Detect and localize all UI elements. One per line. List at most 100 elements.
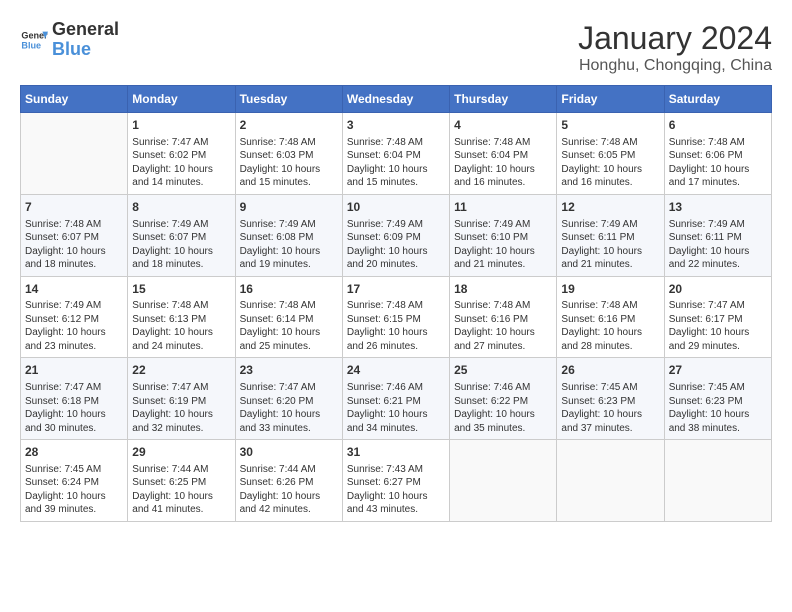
day-number: 3 xyxy=(347,117,445,134)
day-cell: 12Sunrise: 7:49 AMSunset: 6:11 PMDayligh… xyxy=(557,194,664,276)
day-number: 23 xyxy=(240,362,338,379)
day-cell: 5Sunrise: 7:48 AMSunset: 6:05 PMDaylight… xyxy=(557,113,664,195)
day-cell: 18Sunrise: 7:48 AMSunset: 6:16 PMDayligh… xyxy=(450,276,557,358)
month-title: January 2024 xyxy=(578,20,772,57)
day-info: Sunrise: 7:48 AMSunset: 6:03 PMDaylight:… xyxy=(240,136,338,190)
day-info: Sunrise: 7:44 AMSunset: 6:25 PMDaylight:… xyxy=(132,463,230,517)
header-cell-friday: Friday xyxy=(557,86,664,113)
day-number: 7 xyxy=(25,199,123,216)
day-cell: 14Sunrise: 7:49 AMSunset: 6:12 PMDayligh… xyxy=(21,276,128,358)
day-cell: 24 Sunrise: 7:46 AMSunset: 6:21 PMDayligh… xyxy=(342,358,449,440)
logo-text-line2: Blue xyxy=(52,40,119,60)
logo-icon: General Blue xyxy=(20,26,48,54)
calendar-body: 1Sunrise: 7:47 AMSunset: 6:02 PMDaylight… xyxy=(21,113,772,522)
day-cell: 6 Sunrise: 7:48 AMSunset: 6:06 PMDaylight… xyxy=(664,113,771,195)
day-info: Sunrise: 7:46 AMSunset: 6:22 PMDaylight:… xyxy=(454,381,552,435)
day-cell: 11 Sunrise: 7:49 AMSunset: 6:10 PMDayligh… xyxy=(450,194,557,276)
day-info: Sunrise: 7:48 AMSunset: 6:14 PMDaylight:… xyxy=(240,299,338,353)
day-cell: 9 Sunrise: 7:49 AMSunset: 6:08 PMDaylight… xyxy=(235,194,342,276)
day-number: 16 xyxy=(240,281,338,298)
day-cell xyxy=(21,113,128,195)
day-number: 9 xyxy=(240,199,338,216)
day-info: Sunrise: 7:47 AMSunset: 6:20 PMDaylight:… xyxy=(240,381,338,435)
day-cell: 29Sunrise: 7:44 AMSunset: 6:25 PMDayligh… xyxy=(128,440,235,522)
logo: General Blue General Blue xyxy=(20,20,119,60)
day-number: 8 xyxy=(132,199,230,216)
day-number: 11 xyxy=(454,199,552,216)
day-cell: 21Sunrise: 7:47 AMSunset: 6:18 PMDayligh… xyxy=(21,358,128,440)
header-cell-saturday: Saturday xyxy=(664,86,771,113)
day-cell: 15Sunrise: 7:48 AMSunset: 6:13 PMDayligh… xyxy=(128,276,235,358)
day-info: Sunrise: 7:47 AMSunset: 6:17 PMDaylight:… xyxy=(669,299,767,353)
header-cell-wednesday: Wednesday xyxy=(342,86,449,113)
day-number: 28 xyxy=(25,444,123,461)
day-info: Sunrise: 7:49 AMSunset: 6:08 PMDaylight:… xyxy=(240,218,338,272)
day-info: Sunrise: 7:46 AMSunset: 6:21 PMDaylight:… xyxy=(347,381,445,435)
day-number: 13 xyxy=(669,199,767,216)
day-number: 2 xyxy=(240,117,338,134)
page-header: General Blue General Blue January 2024 H… xyxy=(20,20,772,75)
day-number: 18 xyxy=(454,281,552,298)
day-cell: 16Sunrise: 7:48 AMSunset: 6:14 PMDayligh… xyxy=(235,276,342,358)
location-title: Honghu, Chongqing, China xyxy=(578,57,772,75)
day-info: Sunrise: 7:48 AMSunset: 6:07 PMDaylight:… xyxy=(25,218,123,272)
day-info: Sunrise: 7:49 AMSunset: 6:09 PMDaylight:… xyxy=(347,218,445,272)
day-info: Sunrise: 7:48 AMSunset: 6:15 PMDaylight:… xyxy=(347,299,445,353)
day-cell: 25 Sunrise: 7:46 AMSunset: 6:22 PMDayligh… xyxy=(450,358,557,440)
week-row-1: 1Sunrise: 7:47 AMSunset: 6:02 PMDaylight… xyxy=(21,113,772,195)
header-cell-thursday: Thursday xyxy=(450,86,557,113)
day-info: Sunrise: 7:48 AMSunset: 6:16 PMDaylight:… xyxy=(561,299,659,353)
day-cell: 10 Sunrise: 7:49 AMSunset: 6:09 PMDayligh… xyxy=(342,194,449,276)
week-row-4: 21Sunrise: 7:47 AMSunset: 6:18 PMDayligh… xyxy=(21,358,772,440)
day-info: Sunrise: 7:48 AMSunset: 6:06 PMDaylight:… xyxy=(669,136,767,190)
day-info: Sunrise: 7:49 AMSunset: 6:11 PMDaylight:… xyxy=(669,218,767,272)
day-cell: 19Sunrise: 7:48 AMSunset: 6:16 PMDayligh… xyxy=(557,276,664,358)
week-row-5: 28 Sunrise: 7:45 AMSunset: 6:24 PMDayligh… xyxy=(21,440,772,522)
day-cell: 23 Sunrise: 7:47 AMSunset: 6:20 PMDayligh… xyxy=(235,358,342,440)
day-info: Sunrise: 7:47 AMSunset: 6:02 PMDaylight:… xyxy=(132,136,230,190)
header-cell-tuesday: Tuesday xyxy=(235,86,342,113)
day-cell: 28 Sunrise: 7:45 AMSunset: 6:24 PMDayligh… xyxy=(21,440,128,522)
day-number: 25 xyxy=(454,362,552,379)
day-info: Sunrise: 7:49 AMSunset: 6:11 PMDaylight:… xyxy=(561,218,659,272)
day-number: 31 xyxy=(347,444,445,461)
day-cell: 4Sunrise: 7:48 AMSunset: 6:04 PMDaylight… xyxy=(450,113,557,195)
day-info: Sunrise: 7:49 AMSunset: 6:12 PMDaylight:… xyxy=(25,299,123,353)
header-cell-monday: Monday xyxy=(128,86,235,113)
week-row-2: 7 Sunrise: 7:48 AMSunset: 6:07 PMDaylight… xyxy=(21,194,772,276)
day-info: Sunrise: 7:48 AMSunset: 6:04 PMDaylight:… xyxy=(454,136,552,190)
header-row: SundayMondayTuesdayWednesdayThursdayFrid… xyxy=(21,86,772,113)
day-cell: 31 Sunrise: 7:43 AMSunset: 6:27 PMDayligh… xyxy=(342,440,449,522)
day-cell xyxy=(557,440,664,522)
header-cell-sunday: Sunday xyxy=(21,86,128,113)
day-number: 20 xyxy=(669,281,767,298)
day-number: 22 xyxy=(132,362,230,379)
day-number: 10 xyxy=(347,199,445,216)
day-cell: 30 Sunrise: 7:44 AMSunset: 6:26 PMDayligh… xyxy=(235,440,342,522)
day-cell xyxy=(450,440,557,522)
day-cell xyxy=(664,440,771,522)
day-cell: 1Sunrise: 7:47 AMSunset: 6:02 PMDaylight… xyxy=(128,113,235,195)
day-number: 6 xyxy=(669,117,767,134)
day-cell: 17Sunrise: 7:48 AMSunset: 6:15 PMDayligh… xyxy=(342,276,449,358)
day-info: Sunrise: 7:48 AMSunset: 6:13 PMDaylight:… xyxy=(132,299,230,353)
day-info: Sunrise: 7:49 AMSunset: 6:10 PMDaylight:… xyxy=(454,218,552,272)
day-cell: 22Sunrise: 7:47 AMSunset: 6:19 PMDayligh… xyxy=(128,358,235,440)
day-number: 24 xyxy=(347,362,445,379)
day-cell: 3 Sunrise: 7:48 AMSunset: 6:04 PMDaylight… xyxy=(342,113,449,195)
day-number: 30 xyxy=(240,444,338,461)
day-cell: 27Sunrise: 7:45 AMSunset: 6:23 PMDayligh… xyxy=(664,358,771,440)
calendar-header: SundayMondayTuesdayWednesdayThursdayFrid… xyxy=(21,86,772,113)
day-info: Sunrise: 7:48 AMSunset: 6:04 PMDaylight:… xyxy=(347,136,445,190)
day-info: Sunrise: 7:44 AMSunset: 6:26 PMDaylight:… xyxy=(240,463,338,517)
calendar-table: SundayMondayTuesdayWednesdayThursdayFrid… xyxy=(20,85,772,522)
week-row-3: 14Sunrise: 7:49 AMSunset: 6:12 PMDayligh… xyxy=(21,276,772,358)
day-info: Sunrise: 7:45 AMSunset: 6:24 PMDaylight:… xyxy=(25,463,123,517)
svg-text:Blue: Blue xyxy=(21,40,41,50)
day-cell: 26Sunrise: 7:45 AMSunset: 6:23 PMDayligh… xyxy=(557,358,664,440)
day-number: 15 xyxy=(132,281,230,298)
day-number: 21 xyxy=(25,362,123,379)
day-info: Sunrise: 7:49 AMSunset: 6:07 PMDaylight:… xyxy=(132,218,230,272)
day-info: Sunrise: 7:43 AMSunset: 6:27 PMDaylight:… xyxy=(347,463,445,517)
day-info: Sunrise: 7:45 AMSunset: 6:23 PMDaylight:… xyxy=(561,381,659,435)
